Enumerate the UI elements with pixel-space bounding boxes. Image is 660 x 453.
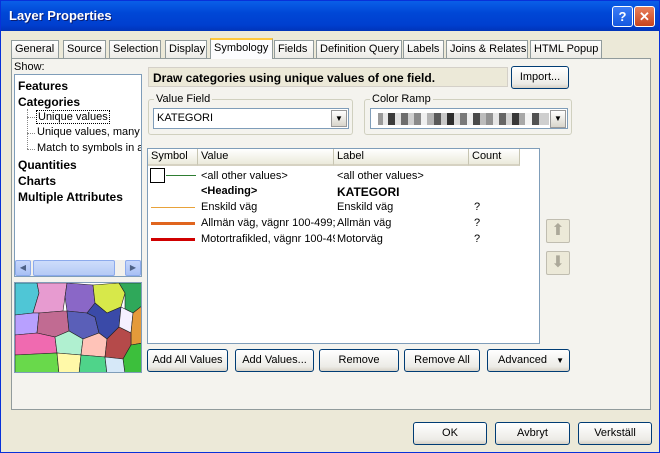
column-header-value[interactable]: Value (198, 149, 334, 166)
move-down-button[interactable]: ⬇ (546, 251, 570, 275)
tree-item-match-to-symbols[interactable]: Match to symbols in a (37, 142, 141, 154)
symbol-line[interactable] (151, 207, 195, 208)
window-title: Layer Properties (9, 8, 112, 23)
tree-item-unique-values-many[interactable]: Unique values, many f (37, 126, 141, 138)
add-values-button[interactable]: Add Values... (235, 349, 314, 372)
table-cell-value: Motortrafikled, vägnr 100-49 (201, 233, 335, 245)
value-field-select[interactable]: KATEGORI ▼ (153, 108, 349, 129)
apply-button[interactable]: Verkställ (578, 422, 652, 445)
tab-selection[interactable]: Selection (109, 40, 161, 58)
ok-button[interactable]: OK (413, 422, 487, 445)
caret-down-icon: ▼ (556, 356, 564, 365)
table-cell-label: KATEGORI (337, 185, 400, 199)
arrow-down-icon: ⬇ (551, 254, 565, 271)
close-icon: ✕ (639, 9, 650, 24)
remove-all-button[interactable]: Remove All (404, 349, 480, 372)
arrow-up-icon: ⬆ (551, 222, 565, 239)
table-cell-count: ? (474, 201, 481, 213)
tab-fields[interactable]: Fields (274, 40, 314, 58)
scroll-thumb[interactable] (33, 260, 115, 276)
tab-html-popup[interactable]: HTML Popup (530, 40, 602, 58)
table-cell-value: Allmän väg, vägnr 100-499; (201, 217, 335, 229)
symbol-line[interactable] (151, 238, 195, 241)
tree-item-unique-values[interactable]: Unique values (36, 110, 110, 124)
tab-labels[interactable]: Labels (403, 40, 444, 58)
renderer-description: Draw categories using unique values of o… (148, 67, 508, 87)
tree-item-features[interactable]: Features (18, 79, 68, 93)
tab-joins-relates[interactable]: Joins & Relates (446, 40, 528, 58)
advanced-button-label: Advanced (498, 354, 547, 366)
symbol-line (166, 175, 196, 176)
value-field-label: Value Field (154, 93, 213, 105)
tree-item-categories[interactable]: Categories (18, 95, 80, 109)
advanced-button[interactable]: Advanced ▼ (487, 349, 570, 372)
tab-general[interactable]: General (11, 40, 59, 58)
scroll-right-button[interactable]: ▶ (125, 260, 141, 276)
color-ramp-swatch (373, 113, 549, 125)
renderer-tree[interactable]: Features Categories Unique values Unique… (14, 74, 142, 277)
help-button[interactable]: ? (612, 6, 633, 27)
remove-button[interactable]: Remove (319, 349, 399, 372)
layer-properties-dialog: Layer Properties ? ✕ General Source Sele… (0, 0, 660, 453)
tree-horizontal-scrollbar[interactable]: ◀ ▶ (15, 260, 141, 276)
move-up-button[interactable]: ⬆ (546, 219, 570, 243)
tree-connector (27, 109, 28, 149)
chevron-down-icon: ▼ (554, 114, 562, 123)
chevron-right-icon: ▶ (129, 263, 137, 272)
tree-item-multiple-attributes[interactable]: Multiple Attributes (18, 190, 123, 204)
cancel-button[interactable]: Avbryt (495, 422, 570, 445)
color-ramp-select[interactable]: ▼ (370, 108, 568, 129)
table-cell-value: <all other values> (201, 170, 288, 182)
table-cell-count: ? (474, 233, 481, 245)
title-bar[interactable]: Layer Properties ? ✕ (1, 1, 659, 31)
tab-source[interactable]: Source (63, 40, 106, 58)
table-cell-label: Enskild väg (337, 201, 394, 213)
import-button[interactable]: Import... (511, 66, 569, 89)
value-field-value: KATEGORI (157, 112, 214, 124)
table-cell-value: Enskild väg (201, 201, 258, 213)
chevron-left-icon: ◀ (19, 263, 27, 272)
color-ramp-label: Color Ramp (370, 93, 433, 105)
tab-definition-query[interactable]: Definition Query (316, 40, 402, 58)
column-header-symbol[interactable]: Symbol (148, 149, 198, 166)
column-header-label[interactable]: Label (334, 149, 469, 166)
chevron-down-icon: ▼ (335, 114, 343, 123)
table-cell-label: <all other values> (337, 170, 424, 182)
symbol-line[interactable] (151, 222, 195, 225)
table-cell-label: Motorväg (337, 233, 383, 245)
symbol-value-table[interactable]: Symbol Value Label Count <all other valu… (147, 148, 540, 344)
question-mark-icon: ? (618, 9, 627, 24)
table-cell-label: Allmän väg (337, 217, 392, 229)
tree-item-quantities[interactable]: Quantities (18, 158, 77, 172)
tree-connector (27, 117, 35, 118)
column-header-count[interactable]: Count (469, 149, 520, 166)
map-preview (14, 282, 142, 373)
show-label: Show: (14, 61, 45, 73)
symbol-swatch[interactable] (150, 168, 165, 183)
tree-connector (27, 133, 35, 134)
color-ramp-dropdown-button[interactable]: ▼ (550, 110, 566, 128)
close-button[interactable]: ✕ (634, 6, 655, 27)
tree-connector (27, 149, 35, 150)
table-cell-value: <Heading> (201, 185, 258, 197)
map-preview-image (15, 283, 141, 372)
tree-item-charts[interactable]: Charts (18, 174, 56, 188)
tab-display[interactable]: Display (165, 40, 207, 58)
table-cell-count: ? (474, 217, 481, 229)
add-all-values-button[interactable]: Add All Values (147, 349, 228, 372)
tab-symbology[interactable]: Symbology (210, 38, 273, 59)
scroll-left-button[interactable]: ◀ (15, 260, 31, 276)
value-field-dropdown-button[interactable]: ▼ (331, 110, 347, 127)
